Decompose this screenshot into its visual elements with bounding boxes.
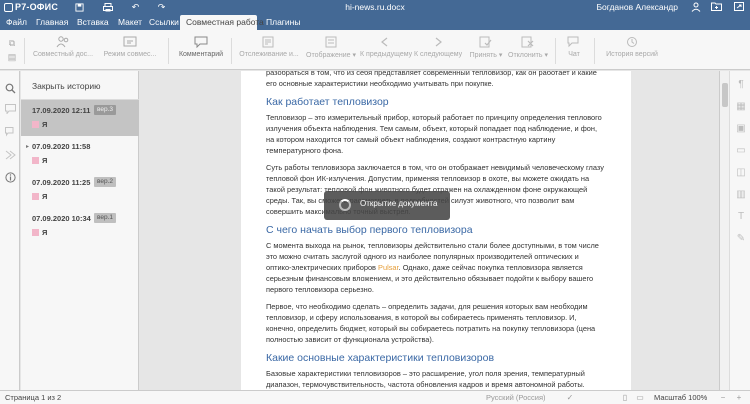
zoom-level: Масштаб 100% (654, 393, 708, 402)
previous-change-button[interactable]: К предыдущему (360, 36, 412, 66)
page-indicator[interactable]: Страница 1 из 2 (5, 393, 61, 402)
image-settings-icon[interactable]: ▣ (735, 123, 747, 135)
fit-width-icon[interactable]: ▭ (635, 393, 645, 403)
loading-text: Открытие документа (360, 199, 438, 208)
loading-overlay: Открытие документа (324, 191, 450, 220)
editing-mode-icon (123, 36, 137, 48)
user-color-swatch (32, 121, 39, 128)
zoom-out-icon[interactable]: − (718, 393, 728, 403)
fit-page-icon[interactable]: ▯ (620, 393, 630, 403)
document-canvas[interactable]: разобраться в том, что из себя представл… (140, 71, 719, 390)
about-icon[interactable] (4, 172, 16, 184)
heading: Какие основные характеристики тепловизор… (266, 352, 495, 364)
title-bar: Р7-ОФИС ↶ ↷ hi-news.ru.docx Богданов Але… (0, 0, 750, 15)
navigation-icon[interactable] (4, 150, 16, 162)
copy-icon[interactable]: ⧉ (6, 38, 18, 48)
paragraph: Первое, что необходимо сделать – определ… (266, 302, 596, 344)
reject-button[interactable]: Отклонить ▾ (508, 36, 548, 66)
spellcheck-icon[interactable]: ✓ (565, 393, 575, 403)
spinner-icon (339, 199, 351, 211)
tab-plugins[interactable]: Плагины (260, 15, 306, 30)
version-history-button[interactable]: История версий (602, 36, 662, 66)
comment-icon (194, 36, 208, 49)
version-history-panel: Закрыть историю 17.09.2020 12:11 вер.3 Я… (21, 71, 139, 390)
status-bar: Страница 1 из 2 Русский (Россия) ✓ ▯ ▭ М… (0, 390, 750, 404)
language-selector[interactable]: Русский (Россия) (486, 393, 546, 402)
version-item[interactable]: 07.09.2020 10:34 вер.1 Я (21, 208, 139, 244)
paragraph: разобраться в том, что из себя представл… (266, 71, 597, 88)
comment-button[interactable]: Комментарий (176, 36, 226, 66)
document-page[interactable]: разобраться в том, что из себя представл… (241, 71, 631, 390)
version-badge: вер.2 (94, 177, 117, 187)
toolbar-separator (24, 38, 25, 64)
previous-change-icon (378, 36, 392, 48)
version-history-icon (625, 36, 639, 48)
accept-icon (479, 36, 493, 48)
zoom-in-icon[interactable]: + (734, 393, 744, 403)
tab-references[interactable]: Ссылки (143, 15, 185, 30)
comments-panel-icon[interactable] (4, 104, 16, 116)
toolbar-separator (231, 38, 232, 64)
paste-icon[interactable]: ▤ (6, 52, 18, 62)
scrollbar-thumb[interactable] (722, 83, 728, 107)
display-mode-icon (324, 36, 338, 48)
tab-insert[interactable]: Вставка (71, 15, 115, 30)
chart-settings-icon[interactable]: ▥ (735, 189, 747, 201)
tab-file[interactable]: Файл (0, 15, 33, 30)
co-editing-icon (56, 36, 70, 48)
user-name[interactable]: Богданов Александр (596, 2, 678, 12)
toolbar-separator (555, 38, 556, 64)
menu-tabs: Файл Главная Вставка Макет Ссылки Совмес… (0, 15, 750, 30)
tab-collaboration[interactable]: Совместная работа (180, 15, 264, 30)
chat-button[interactable]: Чат (562, 36, 586, 66)
header-footer-icon[interactable]: ▭ (735, 145, 747, 157)
left-sidebar (0, 71, 20, 390)
heading: С чего начать выбор первого тепловизора (266, 224, 473, 236)
track-changes-button[interactable]: Отслеживание и... (236, 36, 302, 66)
paragraph-settings-icon[interactable]: ¶ (735, 79, 747, 91)
display-mode-button[interactable]: Отображение ▾ (305, 36, 357, 66)
table-settings-icon[interactable]: ▦ (735, 101, 747, 113)
shape-settings-icon[interactable]: ◫ (735, 167, 747, 179)
user-color-swatch (32, 193, 39, 200)
paragraph: С момента выхода на рынок, тепловизоры д… (266, 241, 599, 294)
paragraph: Тепловизор – это измерительный прибор, к… (266, 113, 602, 155)
heading: Как работает тепловизор (266, 96, 389, 108)
search-icon[interactable] (4, 83, 16, 95)
chat-icon (567, 36, 581, 48)
vertical-scrollbar[interactable] (720, 71, 730, 390)
signature-icon[interactable]: ✎ (735, 233, 747, 245)
close-history-button[interactable]: Закрыть историю (32, 81, 100, 91)
tab-home[interactable]: Главная (30, 15, 74, 30)
fullscreen-icon[interactable] (733, 2, 744, 13)
next-change-button[interactable]: К следующему (414, 36, 462, 66)
version-item[interactable]: 07.09.2020 11:25 вер.2 Я (21, 172, 139, 208)
user-color-swatch (32, 229, 39, 236)
version-badge: вер.1 (94, 213, 117, 223)
toolbar-separator (168, 38, 169, 64)
version-item[interactable]: 17.09.2020 12:11 вер.3 Я (21, 100, 139, 136)
toolbar-separator (594, 38, 595, 64)
version-item[interactable]: ▸ 07.09.2020 11:58 Я (21, 136, 139, 172)
user-icon[interactable] (690, 2, 701, 13)
next-change-icon (431, 36, 445, 48)
expand-arrow-icon[interactable]: ▸ (26, 143, 29, 150)
open-location-icon[interactable] (711, 2, 722, 13)
toolbar: ⧉ ▤ Совместный дос... Режим совмес... Ко… (0, 30, 750, 70)
pulsar-link[interactable]: Pulsar (378, 263, 399, 272)
right-sidebar: ¶ ▦ ▣ ▭ ◫ ▥ T ✎ (719, 71, 750, 390)
co-editing-button[interactable]: Совместный дос... (32, 36, 94, 66)
accept-button[interactable]: Принять ▾ (468, 36, 504, 66)
chat-panel-icon[interactable] (4, 127, 16, 139)
version-badge: вер.3 (94, 105, 117, 115)
reject-icon (521, 36, 535, 48)
text-art-icon[interactable]: T (735, 211, 747, 223)
paragraph: Базовые характеристики тепловизоров – эт… (266, 369, 585, 389)
editing-mode-button[interactable]: Режим совмес... (98, 36, 162, 66)
user-color-swatch (32, 157, 39, 164)
track-changes-icon (262, 36, 276, 48)
